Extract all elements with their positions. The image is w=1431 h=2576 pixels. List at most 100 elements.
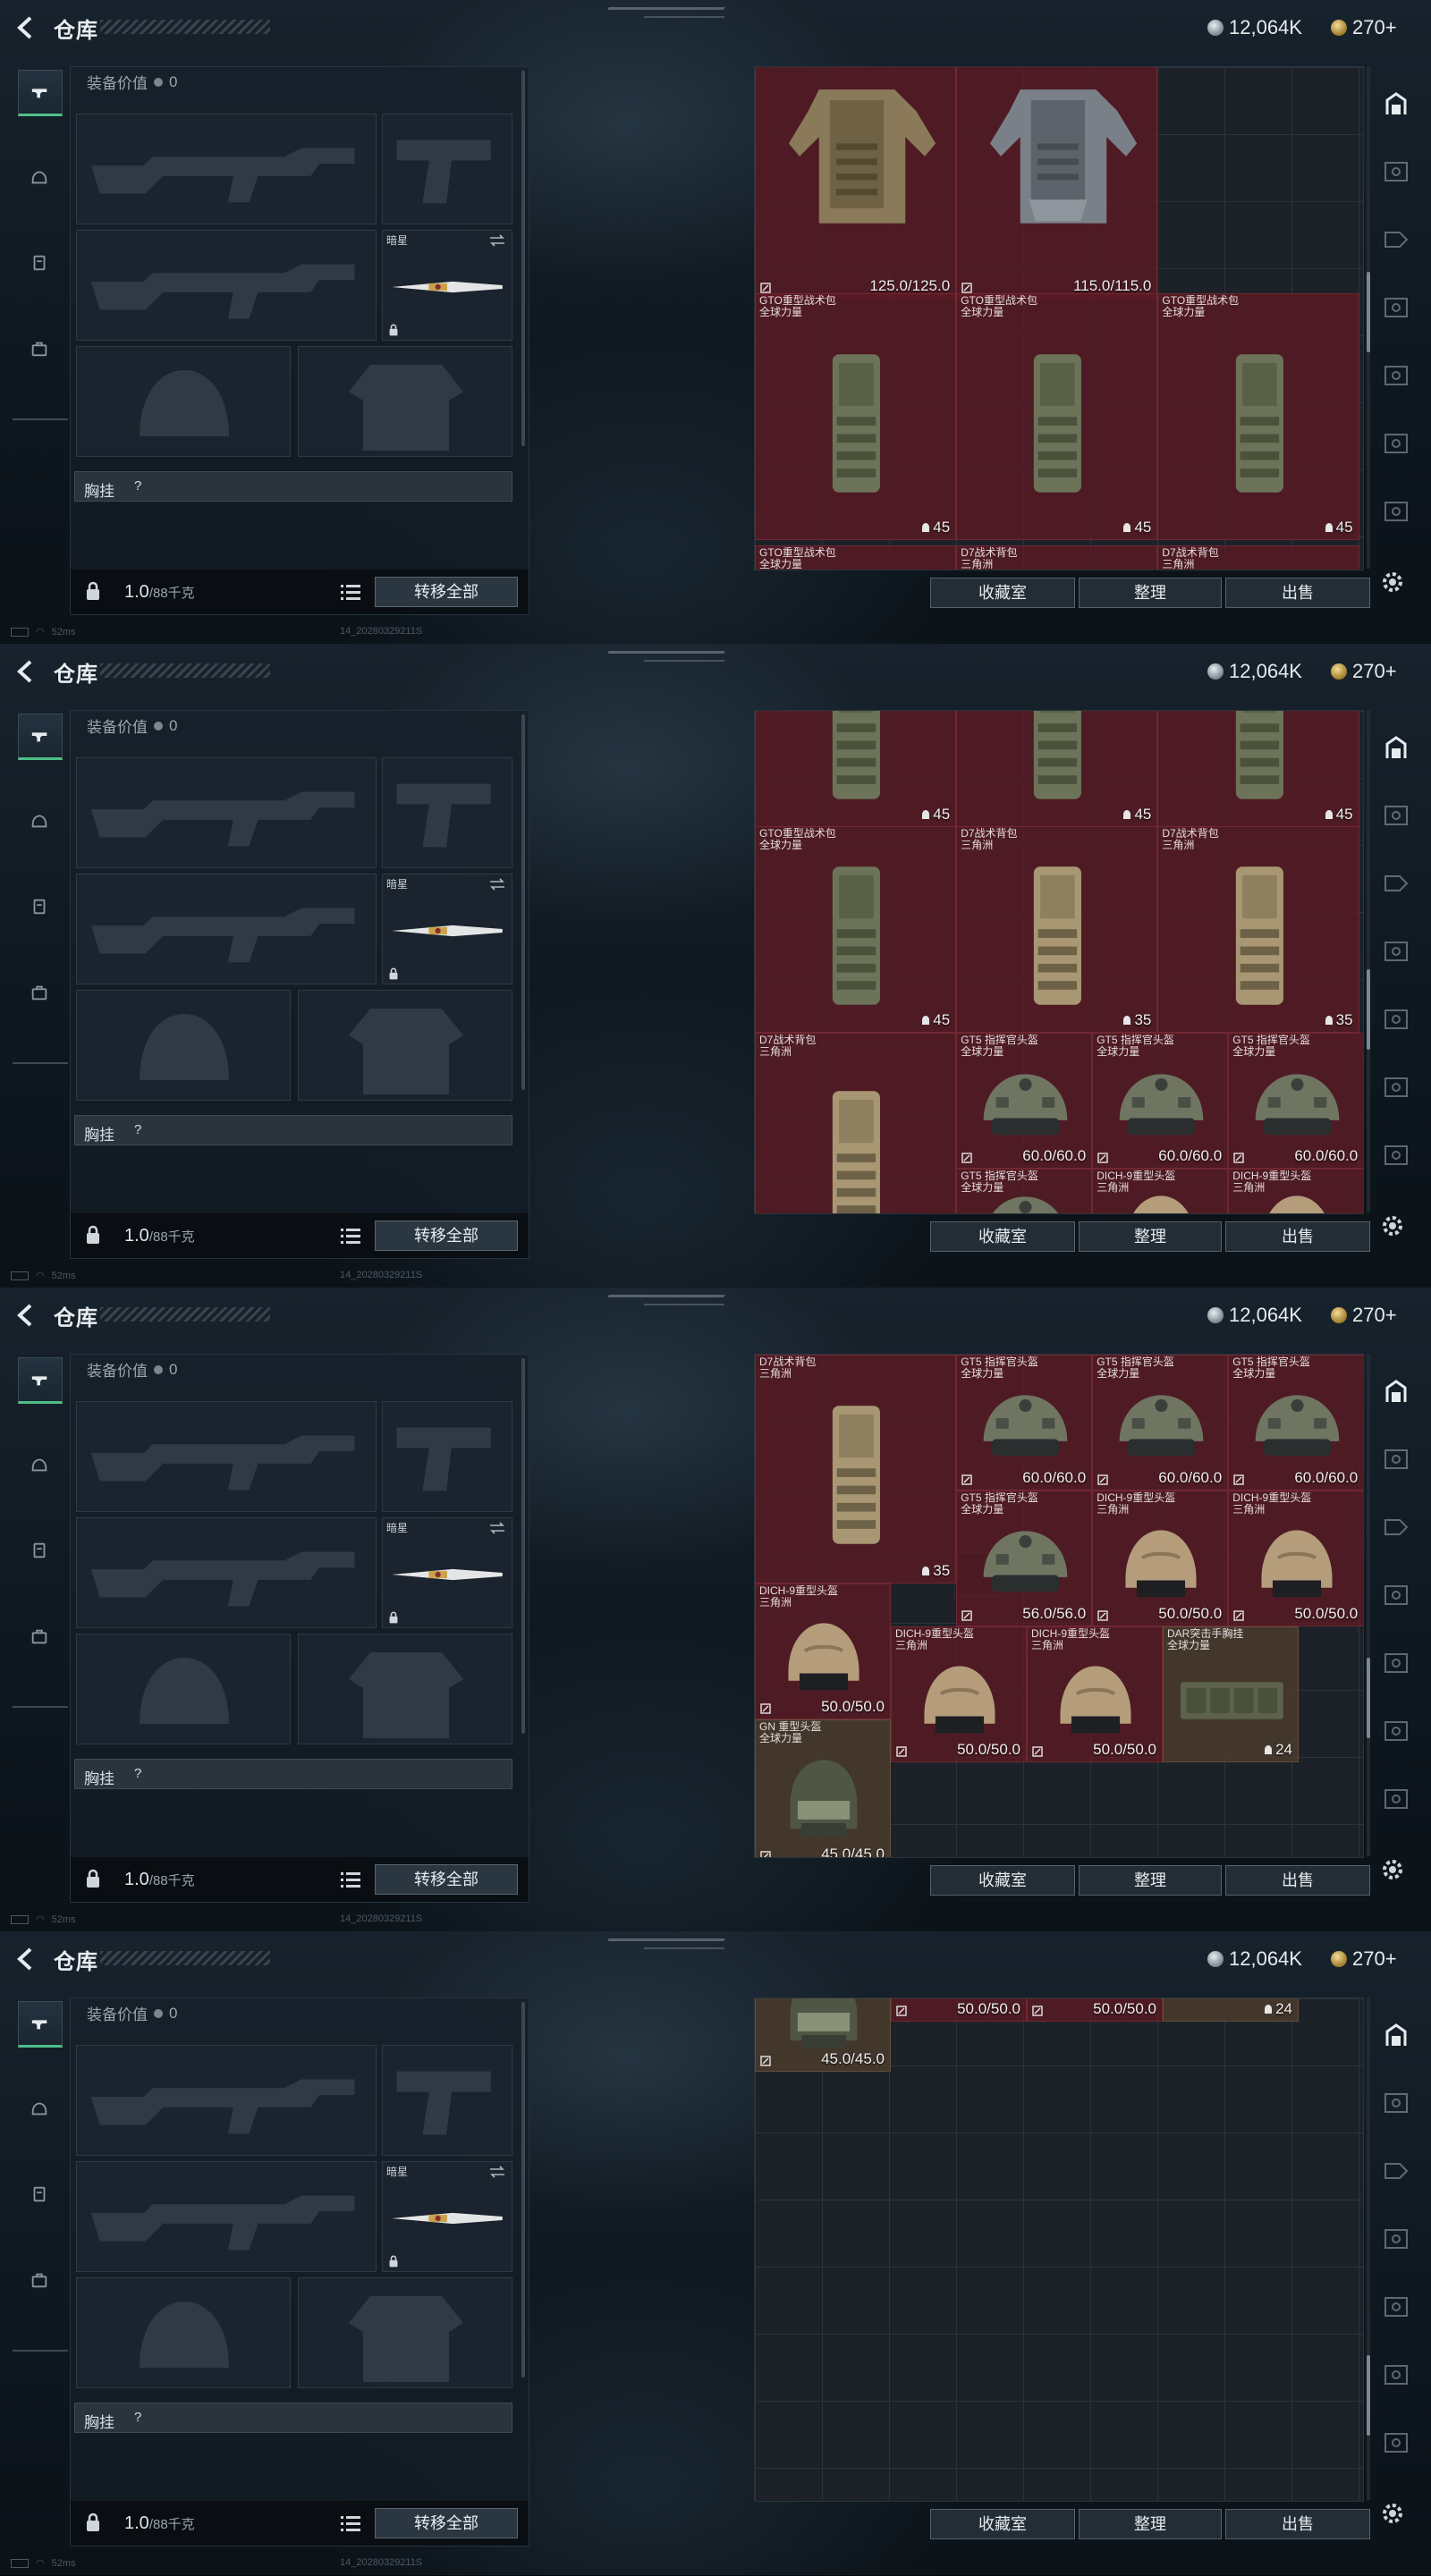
swap-icon[interactable] <box>488 2166 506 2178</box>
tab-helmets[interactable] <box>18 156 61 198</box>
storage-item[interactable]: GN 重型头盔 全球力量 45.0/45.0 <box>755 1719 891 1857</box>
tag-icon[interactable] <box>1382 2158 1410 2183</box>
list-icon[interactable] <box>341 1871 360 1888</box>
storage-icon[interactable] <box>1382 2023 1410 2048</box>
tab-armor[interactable] <box>18 885 61 928</box>
swap-icon[interactable] <box>488 878 506 891</box>
helmet-slot[interactable] <box>76 2277 291 2388</box>
tag-icon[interactable] <box>1382 871 1410 896</box>
primary-weapon-slot[interactable] <box>76 2045 377 2156</box>
equipment-scrollbar[interactable] <box>521 2002 525 2378</box>
storage-item[interactable]: DICH-9重型头盔 三角洲 <box>1228 1169 1363 1213</box>
tab-helmets[interactable] <box>18 799 61 842</box>
storage-item[interactable]: GT5 指挥官头盔 全球力量 60.0/60.0 <box>1228 1033 1363 1170</box>
storage-scroll-thumb[interactable] <box>1367 272 1370 352</box>
safe-icon[interactable] <box>1382 2090 1410 2116</box>
storage-item[interactable]: 45 <box>956 711 1158 827</box>
storage-item[interactable]: 45.0/45.0 <box>755 1998 891 2073</box>
storage-scroll-thumb[interactable] <box>1367 1658 1370 1738</box>
sort-button[interactable]: 整理 <box>1079 578 1222 608</box>
chest-rig-help[interactable]: ? <box>134 1122 141 1137</box>
safe-icon[interactable] <box>1382 1719 1410 1744</box>
safe-icon[interactable] <box>1382 939 1410 964</box>
storage-item[interactable]: GT5 指挥官头盔 全球力量 60.0/60.0 <box>956 1355 1093 1491</box>
storage-item[interactable]: 45 <box>755 711 957 827</box>
primary-weapon-slot[interactable] <box>76 1401 377 1512</box>
pistol-slot[interactable] <box>382 2045 512 2156</box>
storage-grid[interactable]: 45 45 45 GTO重型战术包 全球力量 45 D7战术背包 三角洲 35 D7战术背包 … <box>754 710 1364 1214</box>
back-arrow-icon[interactable] <box>13 1946 39 1972</box>
storage-item[interactable]: GT5 指挥官头盔 全球力量 60.0/60.0 <box>1092 1355 1229 1491</box>
gear-icon[interactable] <box>1379 569 1406 595</box>
chest-rig-slot[interactable]: 胸挂 ? <box>74 2403 512 2433</box>
storage-icon[interactable] <box>1382 91 1410 116</box>
melee-slot[interactable]: 暗星 <box>382 1517 512 1628</box>
chest-rig-slot[interactable]: 胸挂 ? <box>74 1759 512 1789</box>
storage-item[interactable]: DICH-9重型头盔 三角洲 50.0/50.0 <box>755 1583 891 1719</box>
storage-icon[interactable] <box>1382 1379 1410 1404</box>
storage-item[interactable]: GTO重型战术包 全球力量 45 <box>755 826 957 1034</box>
back-arrow-icon[interactable] <box>13 658 39 685</box>
storage-item[interactable]: DAR突击手胸挂 全球力量 24 <box>1163 1626 1300 1763</box>
safe-icon[interactable] <box>1382 363 1410 388</box>
storage-scrollbar[interactable] <box>1367 66 1370 569</box>
tab-helmets[interactable] <box>18 1443 61 1486</box>
storage-scrollbar[interactable] <box>1367 1997 1370 2500</box>
armor-slot[interactable] <box>298 990 512 1101</box>
sort-button[interactable]: 整理 <box>1079 1865 1222 1896</box>
helmet-slot[interactable] <box>76 990 291 1101</box>
silver-currency[interactable]: 12,064K <box>1207 1947 1302 1971</box>
safe-icon[interactable] <box>1382 295 1410 320</box>
gear-icon[interactable] <box>1379 1212 1406 1239</box>
safe-icon[interactable] <box>1382 2362 1410 2387</box>
tab-helmets[interactable] <box>18 2087 61 2130</box>
safe-icon[interactable] <box>1382 1075 1410 1100</box>
storage-icon[interactable] <box>1382 735 1410 760</box>
melee-slot[interactable]: 暗星 <box>382 230 512 341</box>
safe-icon[interactable] <box>1382 1786 1410 1812</box>
tab-armor[interactable] <box>18 241 61 284</box>
tab-weapons[interactable] <box>18 2001 63 2048</box>
tab-bags[interactable] <box>18 971 61 1014</box>
tab-weapons[interactable] <box>18 714 63 760</box>
chest-rig-help[interactable]: ? <box>134 2410 141 2425</box>
storage-item[interactable]: GT5 指挥官头盔 全球力量 60.0/60.0 <box>1228 1355 1363 1491</box>
storage-scrollbar[interactable] <box>1367 1354 1370 1856</box>
secondary-weapon-slot[interactable] <box>76 874 377 984</box>
gold-currency[interactable]: 270+ <box>1331 1304 1397 1327</box>
pistol-slot[interactable] <box>382 757 512 868</box>
storage-item[interactable]: DICH-9重型头盔 三角洲 50.0/50.0 <box>1228 1491 1363 1626</box>
tab-armor[interactable] <box>18 2173 61 2216</box>
melee-slot[interactable]: 暗星 <box>382 2161 512 2272</box>
safe-icon[interactable] <box>1382 803 1410 828</box>
collection-room-button[interactable]: 收藏室 <box>930 1221 1075 1252</box>
list-icon[interactable] <box>341 1227 360 1245</box>
tab-armor[interactable] <box>18 1529 61 1572</box>
safe-icon[interactable] <box>1382 2226 1410 2251</box>
gear-icon[interactable] <box>1379 1856 1406 1883</box>
gear-icon[interactable] <box>1379 2500 1406 2527</box>
storage-grid[interactable]: D7战术背包 三角洲 35 GT5 指挥官头盔 全球力量 60.0/60.0 GT5 指… <box>754 1354 1364 1858</box>
chest-rig-slot[interactable]: 胸挂 ? <box>74 471 512 502</box>
storage-grid[interactable]: 特里克MAS2.0装甲 三角洲125.0/125.0HVK-2B防弹衣 哈夫克1… <box>754 66 1364 570</box>
swap-icon[interactable] <box>488 234 506 247</box>
transfer-all-button[interactable]: 转移全部 <box>375 577 518 607</box>
gold-currency[interactable]: 270+ <box>1331 1947 1397 1971</box>
chest-rig-help[interactable]: ? <box>134 478 141 494</box>
storage-item[interactable]: GTO重型战术包 全球力量 45 <box>1157 293 1359 541</box>
equipment-scrollbar[interactable] <box>521 714 525 1090</box>
helmet-slot[interactable] <box>76 346 291 457</box>
storage-item[interactable]: D7战术背包 三角洲 <box>755 1033 957 1213</box>
safe-icon[interactable] <box>1382 2430 1410 2455</box>
back-arrow-icon[interactable] <box>13 1302 39 1329</box>
pistol-slot[interactable] <box>382 1401 512 1512</box>
collection-room-button[interactable]: 收藏室 <box>930 2509 1075 2539</box>
storage-item[interactable]: GTO重型战术包 全球力量 <box>755 545 957 570</box>
storage-scrollbar[interactable] <box>1367 710 1370 1212</box>
storage-item[interactable]: D7战术背包 三角洲 35 <box>1157 826 1359 1034</box>
storage-item[interactable]: DICH-9重型头盔 三角洲 50.0/50.0 <box>891 1626 1027 1763</box>
safe-icon[interactable] <box>1382 2294 1410 2319</box>
primary-weapon-slot[interactable] <box>76 757 377 868</box>
sell-button[interactable]: 出售 <box>1225 2509 1370 2539</box>
storage-item[interactable]: GT5 指挥官头盔 全球力量 56.0/56.0 <box>956 1491 1093 1626</box>
